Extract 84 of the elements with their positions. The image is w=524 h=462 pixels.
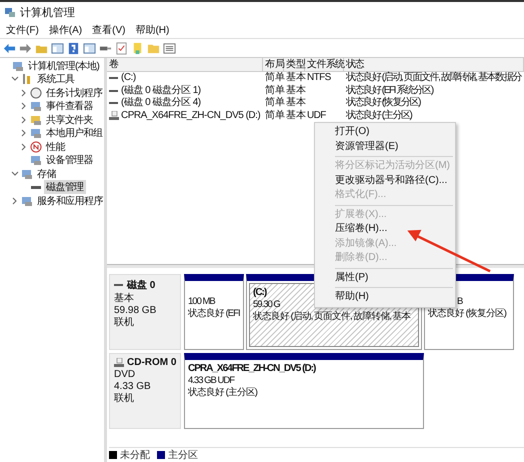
table-cell-text: 状态良好 (主分区) (345, 110, 413, 122)
computer-icon (12, 60, 24, 72)
drive-icon (114, 358, 124, 368)
table-cell-text: 基本 (285, 110, 305, 122)
disk-name: 磁盘 0 (127, 278, 156, 292)
table-cell-text: 简单 (264, 72, 284, 84)
tree-item[interactable]: 存储 (35, 166, 58, 181)
chevron-icon[interactable] (20, 102, 28, 110)
table-cell: (磁盘 0 磁盘分区 1) (121, 84, 201, 97)
table-cell-text: 状态良好 (启动, 页面文件, 故障转储, 基本数据分 (345, 72, 522, 84)
menu-item[interactable]: 打开(O) (315, 125, 455, 140)
partition-status: 状态良好 (EFI (188, 308, 240, 319)
menu-item[interactable]: 资源管理器(E) (315, 140, 455, 154)
disk-type: 基本 (114, 293, 135, 304)
menu-item[interactable]: 压缩卷(H)... (315, 222, 455, 236)
chevron-icon[interactable] (20, 142, 28, 151)
disk-size: 4.33 GB (114, 381, 152, 392)
column-header[interactable]: 状态 (344, 58, 524, 71)
menu-item[interactable]: 帮助(H) (135, 23, 170, 37)
partition-size: 100 MB (188, 296, 215, 307)
chevron-icon[interactable] (20, 116, 28, 124)
tree-item[interactable]: 事件查看器 (44, 99, 96, 114)
table-cell-text: 简单 (264, 97, 284, 110)
drive-icon (109, 110, 119, 121)
table-cell: NTFS (307, 72, 331, 83)
menu-item[interactable]: 更改驱动器号和路径(C)... (315, 174, 455, 188)
tree-item[interactable]: 性能 (44, 140, 67, 154)
column-header[interactable]: 卷 (107, 58, 263, 71)
disk-name: CD-ROM 0 (127, 357, 176, 368)
legend-label: 未分配 (120, 448, 150, 462)
table-cell: (磁盘 0 磁盘分区 4) (121, 97, 201, 110)
chevron-icon[interactable] (20, 88, 28, 97)
table-cell-text: 状态良好 (恢复分区) (345, 97, 422, 110)
chevron-icon[interactable] (20, 129, 28, 138)
menu-item[interactable]: 文件(F) (6, 23, 39, 37)
partition-status: 状态良好 (启动, 页面文件, 故障转储, 基本 (253, 311, 411, 322)
disk-size: 59.98 GB (114, 305, 158, 316)
tree-item[interactable]: 磁盘管理 (44, 180, 86, 194)
chevron-icon[interactable] (11, 75, 19, 84)
partition-size: 59.30 G (253, 299, 280, 310)
column-header[interactable]: 布局 (263, 58, 284, 71)
partition-label: CPRA_X64FRE_ZH-CN_DV5 (D:) (188, 363, 316, 374)
help-icon[interactable] (67, 42, 80, 54)
app-icon (4, 6, 16, 18)
table-cell-text: 简单 (264, 84, 284, 96)
menu-item[interactable]: 操作(A) (48, 23, 82, 37)
tree-item[interactable]: 设备管理器 (44, 153, 96, 168)
partition-status: 状态良好 (恢复分区) (428, 308, 506, 319)
partition-block[interactable]: CPRA_X64FRE_ZH-CN_DV5 (D:) 4.33 GB UDF 状态良好 (主分区) (184, 353, 424, 429)
table-cell-text: 基本 (285, 84, 305, 96)
table-cell-text: 状态良好 (EFI 系统分区) (345, 84, 434, 96)
table-cell: (C:) (121, 72, 136, 84)
disk-status: 联机 (114, 317, 135, 328)
forward-icon[interactable] (19, 42, 32, 54)
table-cell: UDF (307, 110, 326, 120)
tree-item[interactable]: 服务和应用程序 (35, 194, 105, 208)
legend-label: 主分区 (168, 448, 198, 462)
table-cell: CPRA_X64FRE_ZH-CN_DV5 (D:) (121, 110, 260, 122)
back-icon[interactable] (3, 42, 16, 54)
panel-icon[interactable] (83, 42, 96, 54)
disk-status: 联机 (114, 393, 135, 404)
tree-item[interactable]: 本地用户和组 (44, 126, 104, 140)
menu-item[interactable]: 查看(V) (92, 23, 126, 37)
panel-icon[interactable] (51, 42, 64, 54)
partition-label: (C:) (253, 287, 266, 298)
table-cell-text: 简单 (264, 110, 284, 122)
tree-item[interactable]: 共享文件夹 (44, 112, 96, 127)
partition-size: 4.33 GB UDF (188, 375, 234, 386)
column-header[interactable]: 文件系统 (305, 58, 344, 71)
column-header[interactable]: 类型 (284, 58, 305, 71)
list-icon[interactable] (163, 42, 176, 54)
table-cell-text: 基本 (285, 72, 305, 84)
chevron-icon[interactable] (11, 196, 19, 205)
table-cell-text: 基本 (285, 97, 305, 110)
check-icon[interactable] (115, 42, 128, 54)
window-title: 计算机管理 (20, 6, 75, 20)
partition-status: 状态良好 (主分区) (188, 387, 257, 398)
tree-item[interactable]: 系统工具 (35, 72, 77, 86)
partition-block[interactable]: 100 MB 状态良好 (EFI (184, 274, 244, 350)
chevron-icon[interactable] (11, 170, 19, 178)
partition-size: B (456, 296, 462, 307)
disk-type: DVD (114, 369, 136, 380)
tree-item[interactable]: 任务计划程序 (44, 86, 104, 100)
tree-item[interactable]: 计算机管理(本地) (26, 58, 102, 73)
